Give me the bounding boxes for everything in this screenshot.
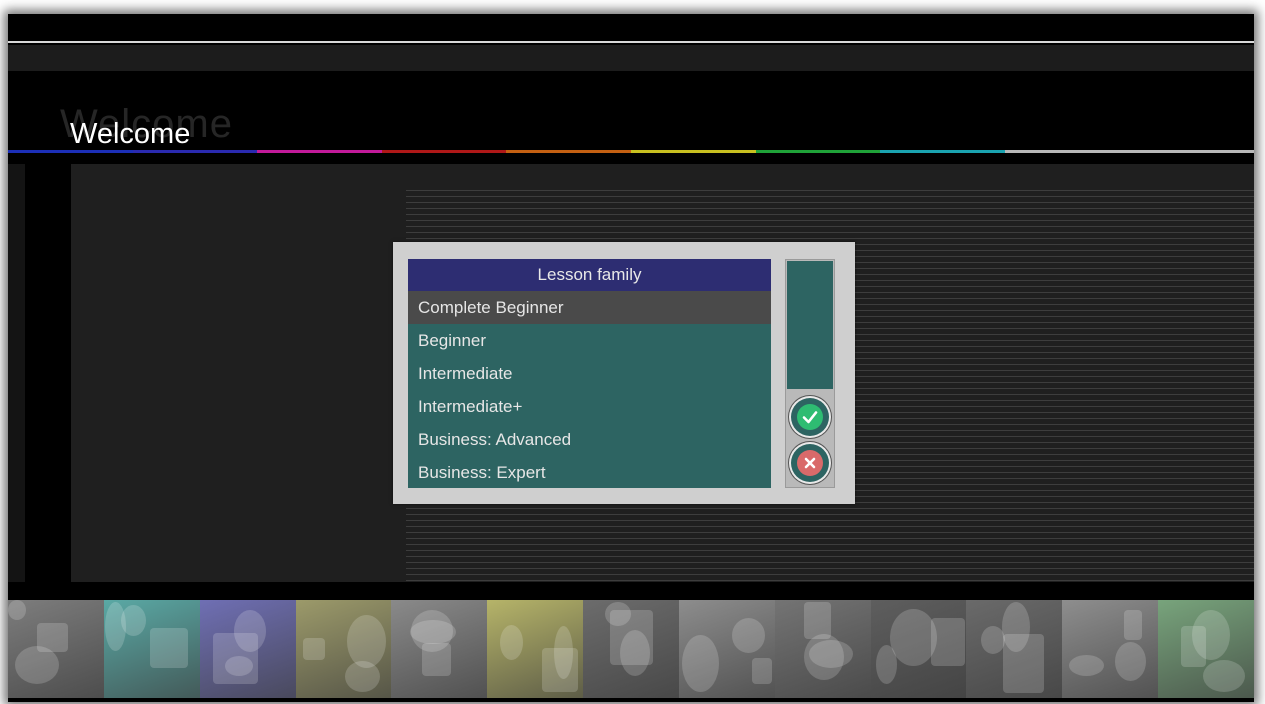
photo-detail xyxy=(344,661,380,692)
photo-strip xyxy=(8,600,1254,698)
rainbow-segment xyxy=(132,150,258,153)
top-bar xyxy=(8,45,1254,71)
photo-detail xyxy=(1115,642,1147,681)
photo-train-gray xyxy=(678,600,775,698)
photo-detail xyxy=(302,638,325,660)
photo-detail xyxy=(803,634,844,680)
photo-map-purple xyxy=(199,600,296,698)
photo-family-green xyxy=(1158,600,1254,698)
dialog-side-panel xyxy=(785,259,835,488)
photo-crowd-gray xyxy=(966,600,1063,698)
rainbow-segment xyxy=(1004,150,1130,153)
close-icon xyxy=(797,450,823,476)
photo-detail xyxy=(15,646,59,684)
lesson-item-complete-beginner[interactable]: Complete Beginner xyxy=(408,291,771,324)
lesson-family-header: Lesson family xyxy=(408,259,771,291)
photo-detail xyxy=(751,658,772,684)
cancel-button[interactable] xyxy=(791,444,829,482)
photo-detail xyxy=(224,656,253,676)
rainbow-segment xyxy=(880,150,1005,153)
photo-detail xyxy=(149,628,188,668)
lesson-item-intermediate-plus[interactable]: Intermediate+ xyxy=(408,390,771,423)
bottom-border xyxy=(8,698,1254,702)
photo-detail xyxy=(1069,655,1105,676)
photo-woman-gray xyxy=(870,600,967,698)
photo-detail xyxy=(731,618,765,653)
rainbow-segment xyxy=(8,150,133,153)
photo-detail xyxy=(1124,610,1143,640)
lesson-item-intermediate[interactable]: Intermediate xyxy=(408,357,771,390)
photo-detail xyxy=(1192,610,1231,660)
photo-detail xyxy=(681,635,719,692)
rainbow-divider xyxy=(8,150,1254,153)
rainbow-segment xyxy=(1129,150,1254,153)
left-strip xyxy=(8,164,25,582)
photo-detail xyxy=(500,625,524,660)
photo-people-gray xyxy=(8,600,104,698)
rainbow-segment xyxy=(755,150,881,153)
lesson-item-business-advanced[interactable]: Business: Advanced xyxy=(408,423,771,456)
lesson-family-list: Lesson family Complete Beginner Beginner… xyxy=(408,259,771,488)
photo-detail xyxy=(1203,660,1246,692)
rainbow-segment xyxy=(257,150,382,153)
photo-map-teal xyxy=(103,600,200,698)
photo-detail xyxy=(981,626,1006,654)
photo-hands-gray xyxy=(1062,600,1159,698)
rainbow-segment xyxy=(381,150,507,153)
lesson-item-beginner[interactable]: Beginner xyxy=(408,324,771,357)
photo-detail xyxy=(605,602,632,626)
top-divider xyxy=(8,41,1254,43)
rainbow-segment xyxy=(506,150,631,153)
photo-trees-yellow xyxy=(487,600,584,698)
photo-detail xyxy=(1003,634,1045,693)
photo-detail xyxy=(104,602,126,651)
lesson-family-dialog: Lesson family Complete Beginner Beginner… xyxy=(393,242,855,504)
lesson-item-business-expert[interactable]: Business: Expert xyxy=(408,456,771,489)
check-icon xyxy=(797,404,823,430)
photo-workers-gray xyxy=(391,600,488,698)
photo-detail xyxy=(346,615,386,668)
rainbow-segment xyxy=(630,150,756,153)
app-window: Welcome Welcome Lesson family Complete B… xyxy=(8,14,1254,702)
photo-detail xyxy=(8,600,26,620)
photo-detail xyxy=(889,609,937,666)
side-panel-display xyxy=(787,261,833,389)
photo-soldiers-gray xyxy=(774,600,871,698)
page-title: Welcome xyxy=(70,118,191,150)
photo-children-gray xyxy=(583,600,679,698)
confirm-button[interactable] xyxy=(791,398,829,436)
photo-sheep-olive xyxy=(295,600,392,698)
